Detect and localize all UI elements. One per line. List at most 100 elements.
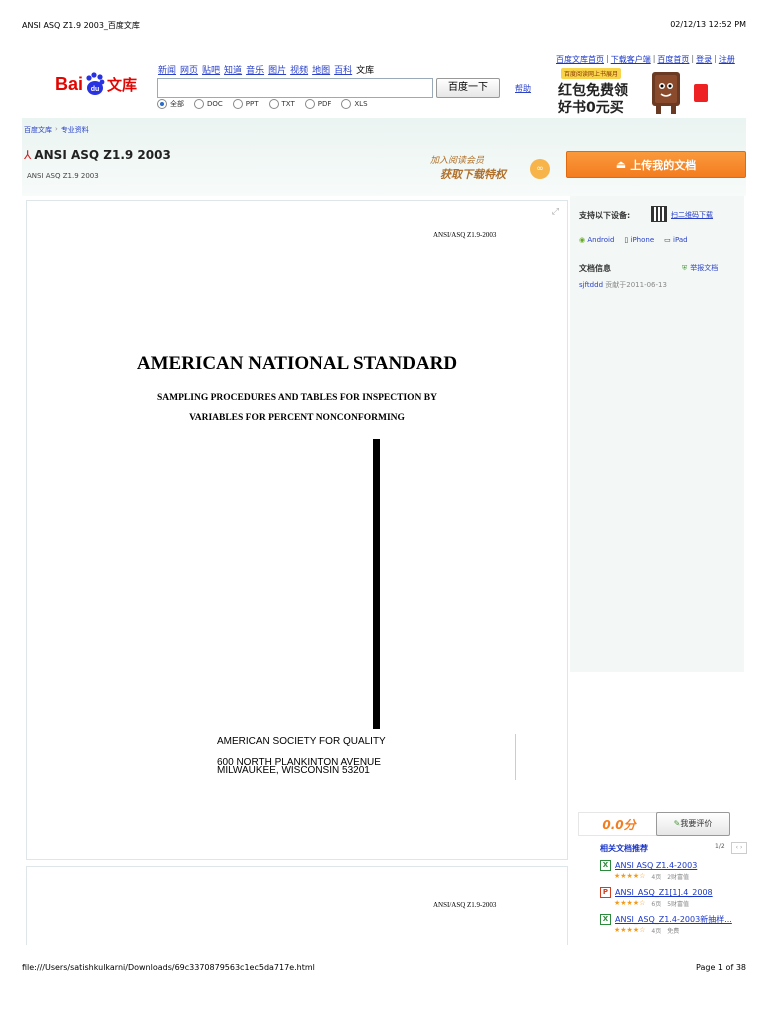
link-download-client[interactable]: 下载客户端 [611, 54, 651, 65]
qr-code-icon[interactable] [651, 206, 667, 222]
radio-icon [304, 99, 315, 109]
report-document-link[interactable]: ⛨ 举报文档 [682, 263, 718, 273]
divider [515, 734, 516, 780]
nav-link-video[interactable]: 视频 [290, 63, 308, 76]
xls-icon: X [600, 860, 611, 871]
banner-line2: 好书0元买 [558, 100, 624, 116]
xls-icon: X [600, 914, 611, 925]
nav-link-zhidao[interactable]: 知道 [224, 63, 242, 76]
link-baidu-home[interactable]: 百度首页 [657, 54, 689, 65]
link-wenku-home[interactable]: 百度文库首页 [556, 54, 604, 65]
filter-doc[interactable]: DOC [194, 99, 223, 109]
filter-txt[interactable]: TXT [268, 99, 295, 109]
nav-link-baike[interactable]: 百科 [334, 63, 352, 76]
ipad-icon: ▭ [664, 236, 671, 244]
upload-document-button[interactable]: ⏏ 上传我的文档 [566, 151, 746, 178]
logo-text-wenku: 文库 [107, 75, 138, 94]
rating-stars: ★★★★☆ [614, 872, 646, 880]
related-item[interactable]: X ANSI_ASQ_Z1.4-2003新抽样... ★★★★☆ 4页 免费 [600, 914, 746, 935]
nav-link-news[interactable]: 新闻 [158, 63, 176, 76]
banner-badge: 百度阅读网上书展月 [561, 68, 622, 79]
filter-all[interactable]: 全部 [157, 99, 184, 109]
nav-current-wenku: 文库 [356, 66, 375, 76]
member-promo-line2: 获取下载特权 [440, 168, 506, 181]
paw-icon: du [84, 72, 106, 96]
rating-stars: ★★★★☆ [614, 899, 646, 907]
doc-score: 0.0分 [578, 812, 660, 836]
sidebar-info-panel: 支持以下设备: 扫二维码下载 ◉ Android ▯ iPhone ▭ iPad… [570, 196, 744, 672]
print-footer-path: file:///Users/satishkulkarni/Downloads/6… [22, 963, 315, 972]
android-icon: ◉ [579, 236, 586, 244]
top-links: 百度文库首页 | 下载客户端 | 百度首页 | 登录 | 注册 [556, 54, 735, 65]
ppt-icon: P [600, 887, 611, 898]
radio-icon [341, 99, 352, 109]
device-iphone[interactable]: ▯ iPhone [624, 236, 654, 244]
nav-link-web[interactable]: 网页 [180, 63, 198, 76]
nav-link-music[interactable]: 音乐 [246, 63, 264, 76]
search-input[interactable] [157, 78, 433, 98]
page1-subheading-2: VARIABLES FOR PERCENT NONCONFORMING [189, 413, 405, 423]
devices-label: 支持以下设备: [579, 211, 631, 220]
vip-badge-icon[interactable]: ∞ [530, 159, 550, 179]
doc-title-row: ⅄ ANSI ASQ Z1.9 2003 [24, 148, 171, 162]
red-envelope-icon [694, 84, 708, 102]
device-ipad[interactable]: ▭ iPad [664, 236, 687, 244]
related-pager: 1/2 [715, 843, 725, 850]
page1-code: ANSI/ASQ Z1.9-2003 [433, 231, 497, 239]
page1-address-2: MILWAUKEE, WISCONSIN 53201 [217, 765, 370, 776]
upload-date: 贡献于2011-06-13 [605, 281, 667, 289]
doc-subtitle: ANSI ASQ Z1.9 2003 [27, 172, 99, 180]
nav-link-map[interactable]: 地图 [312, 63, 330, 76]
svg-text:du: du [91, 86, 100, 93]
filter-pdf[interactable]: PDF [304, 99, 331, 109]
radio-selected-icon [157, 99, 167, 109]
page1-org: AMERICAN SOCIETY FOR QUALITY [217, 736, 386, 747]
rate-button[interactable]: ✎我要评价 [656, 812, 730, 836]
related-item[interactable]: P ANSI_ASQ_Z1[1].4_2008 ★★★★☆ 6页 5财富值 [600, 887, 746, 908]
print-footer-page: Page 1 of 38 [696, 963, 746, 972]
document-page-2: ANSI/ASQ Z1.9-2003 [26, 866, 568, 945]
filter-radios: 全部 DOC PPT TXT PDF XLS [157, 99, 368, 109]
link-register[interactable]: 注册 [719, 54, 735, 65]
doc-info-label: 文档信息 [579, 264, 611, 273]
nav-link-tieba[interactable]: 贴吧 [202, 63, 220, 76]
upload-icon: ⏏ [615, 158, 627, 171]
baidu-logo[interactable]: Bai du 文库 [55, 68, 137, 100]
logo-text-bai: Bai [55, 73, 84, 94]
fullscreen-icon[interactable]: ⤢ [552, 207, 559, 217]
radio-icon [194, 99, 204, 109]
shield-icon: ⛨ [682, 263, 688, 272]
vertical-rule [373, 439, 380, 729]
doc-title: ANSI ASQ Z1.9 2003 [34, 148, 171, 162]
breadcrumb-section[interactable]: 专业资料 [61, 125, 89, 135]
radio-icon [232, 99, 243, 109]
print-header-datetime: 02/12/13 12:52 PM [670, 20, 746, 29]
filter-ppt[interactable]: PPT [232, 99, 259, 109]
uploader-link[interactable]: sjftddd [579, 281, 603, 289]
device-android[interactable]: ◉ Android [579, 236, 614, 244]
page1-heading: AMERICAN NATIONAL STANDARD [136, 353, 458, 374]
device-list: ◉ Android ▯ iPhone ▭ iPad [579, 236, 688, 244]
search-button[interactable]: 百度一下 [436, 78, 500, 98]
nav-link-images[interactable]: 图片 [268, 63, 286, 76]
related-docs-label: 相关文档推荐 [600, 844, 648, 853]
uploader-row: sjftddd 贡献于2011-06-13 [579, 280, 667, 290]
filter-xls[interactable]: XLS [341, 99, 368, 109]
link-login[interactable]: 登录 [696, 54, 712, 65]
help-link[interactable]: 帮助 [515, 83, 531, 94]
page1-subheading-1: SAMPLING PROCEDURES AND TABLES FOR INSPE… [157, 393, 437, 403]
qr-download-link[interactable]: 扫二维码下载 [671, 210, 713, 220]
promo-banner[interactable]: 百度阅读网上书展月 红包免费领 好书0元买 [556, 66, 718, 118]
rating-stars: ★★★★☆ [614, 926, 646, 934]
related-item[interactable]: X ANSI ASQ Z1.4-2003 ★★★★☆ 4页 2财富值 [600, 860, 746, 881]
book-mascot-icon [646, 68, 688, 116]
breadcrumb: 百度文库 › 专业资料 [24, 125, 89, 135]
top-nav: 新闻 网页 贴吧 知道 音乐 图片 视频 地图 百科 文库 [158, 63, 374, 76]
page2-code: ANSI/ASQ Z1.9-2003 [433, 901, 497, 909]
iphone-icon: ▯ [624, 236, 629, 244]
print-header-title: ANSI ASQ Z1.9 2003_百度文库 [22, 21, 140, 30]
pager-arrows-icon[interactable]: ‹ › [731, 842, 747, 854]
breadcrumb-home[interactable]: 百度文库 [24, 125, 52, 135]
document-page-1: ⤢ ANSI/ASQ Z1.9-2003 AMERICAN NATIONAL S… [26, 200, 568, 860]
pdf-icon: ⅄ [24, 148, 32, 162]
